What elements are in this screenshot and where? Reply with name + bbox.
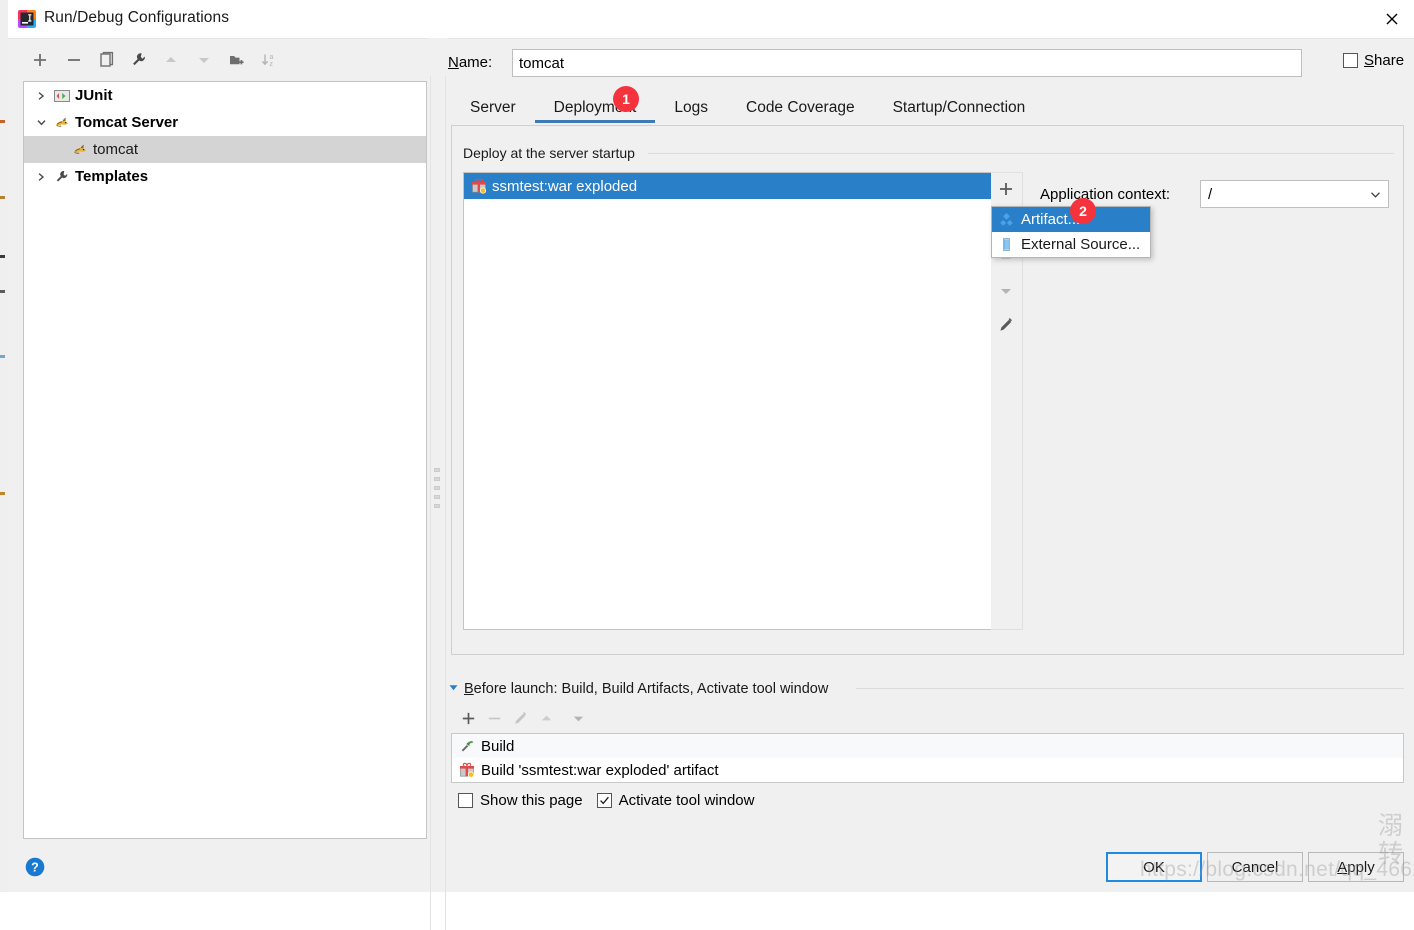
dialog-titlebar: Run/Debug Configurations	[8, 0, 1414, 39]
show-this-page-label: Show this page	[480, 792, 583, 809]
svg-text:z: z	[270, 61, 274, 68]
menu-item-label: External Source...	[1021, 236, 1141, 253]
intellij-idea-icon	[17, 9, 37, 29]
svg-text:?: ?	[31, 861, 39, 875]
tomcat-icon	[52, 114, 72, 132]
chevron-right-icon[interactable]	[30, 172, 52, 182]
add-configuration-button[interactable]	[26, 44, 54, 76]
move-down-button[interactable]	[991, 275, 1021, 307]
bg-fleck	[0, 255, 5, 258]
help-circle-icon[interactable]: ?	[25, 857, 45, 877]
tab-startup-connection[interactable]: Startup/Connection	[874, 92, 1045, 123]
dialog-title: Run/Debug Configurations	[44, 9, 230, 26]
before-launch-task-label: Build 'ssmtest:war exploded' artifact	[481, 761, 719, 779]
run-debug-configurations-dialog: Run/Debug Configurations a z JUnit Tomca…	[8, 0, 1414, 930]
tree-item-tomcat[interactable]: tomcat	[24, 136, 426, 163]
folder-add-icon[interactable]	[223, 44, 251, 76]
move-up-button[interactable]	[530, 703, 563, 733]
tree-item-tomcat-server[interactable]: Tomcat Server	[24, 109, 426, 136]
before-launch-title: Before launch: Build, Build Artifacts, A…	[464, 681, 829, 697]
remove-configuration-button[interactable]	[60, 44, 88, 76]
configurations-tree[interactable]: JUnit Tomcat Server tomcat Templates	[23, 81, 427, 839]
hammer-icon	[457, 737, 477, 755]
tree-item-label: tomcat	[93, 141, 139, 158]
tree-item-label: JUnit	[75, 87, 113, 104]
splitter-line	[430, 76, 431, 930]
checkbox-box-checked[interactable]	[596, 793, 612, 808]
before-launch-task-label: Build	[481, 737, 515, 755]
junit-icon	[52, 87, 72, 105]
before-launch-toolbar	[452, 703, 852, 733]
application-context-combobox[interactable]: /	[1200, 180, 1389, 208]
move-down-button[interactable]	[562, 703, 595, 733]
tree-item-junit[interactable]: JUnit	[24, 82, 426, 109]
deployment-list[interactable]: ssmtest:war exploded	[463, 172, 1023, 630]
annotation-badge-1: 1	[613, 86, 639, 112]
before-launch-separator	[856, 688, 1404, 689]
activate-tool-window-label: Activate tool window	[618, 792, 755, 809]
application-context-value: /	[1208, 185, 1213, 203]
before-launch-task-list[interactable]: Build Build 'ssmtest:war exploded' artif…	[451, 733, 1404, 783]
annotation-badge-2: 2	[1070, 198, 1096, 224]
pane-splitter[interactable]	[428, 38, 448, 930]
before-launch-task-row[interactable]: Build 'ssmtest:war exploded' artifact	[452, 758, 1403, 782]
wrench-icon[interactable]	[125, 44, 153, 76]
before-launch-toggle[interactable]: Before launch: Build, Build Artifacts, A…	[448, 681, 828, 697]
tree-item-templates[interactable]: Templates	[24, 163, 426, 190]
ok-button[interactable]: OK	[1106, 852, 1202, 882]
deploy-group-title: Deploy at the server startup	[463, 145, 640, 161]
move-up-button[interactable]	[157, 44, 185, 76]
share-label: Share	[1364, 52, 1405, 69]
bg-fleck	[0, 120, 5, 123]
tab-code-coverage[interactable]: Code Coverage	[727, 92, 874, 123]
external-source-icon	[997, 236, 1015, 254]
menu-item-external-source[interactable]: External Source...	[992, 232, 1150, 257]
checkbox-box[interactable]	[458, 793, 473, 808]
wrench-icon	[52, 168, 72, 186]
artifact-diamond-icon	[997, 211, 1015, 229]
name-label: Name:	[448, 54, 493, 71]
artifact-icon	[457, 761, 477, 779]
chevron-right-icon[interactable]	[30, 91, 52, 101]
copy-configuration-button[interactable]	[93, 44, 121, 76]
tomcat-icon	[70, 141, 90, 159]
splitter-grip[interactable]	[434, 468, 442, 520]
tab-logs[interactable]: Logs	[655, 92, 727, 123]
sort-alpha-icon[interactable]: a z	[255, 44, 283, 76]
tree-item-label: Templates	[75, 168, 149, 185]
tree-item-label: Tomcat Server	[75, 114, 179, 131]
close-icon[interactable]	[1369, 0, 1414, 38]
bg-fleck	[0, 355, 5, 358]
add-deployment-button[interactable]	[991, 173, 1021, 205]
application-context-label: Application context:	[1040, 186, 1171, 203]
bg-fleck	[0, 196, 5, 199]
bg-fleck	[0, 290, 5, 293]
apply-button[interactable]: Apply	[1308, 852, 1404, 882]
deployment-item-label: ssmtest:war exploded	[492, 177, 638, 195]
name-input[interactable]	[512, 49, 1302, 77]
before-launch-options: Show this page Activate tool window	[458, 792, 754, 809]
move-down-button[interactable]	[190, 44, 218, 76]
before-launch-task-row[interactable]: Build	[452, 734, 1403, 758]
group-separator	[648, 153, 1394, 154]
pencil-icon[interactable]	[991, 309, 1021, 341]
configurations-toolbar: a z	[20, 44, 430, 80]
chevron-down-icon[interactable]	[30, 117, 52, 128]
svg-text:a: a	[270, 54, 274, 61]
show-this-page-checkbox[interactable]: Show this page	[458, 792, 583, 809]
bg-fleck	[0, 492, 5, 495]
splitter-line	[445, 76, 446, 930]
share-checkbox[interactable]: Share	[1343, 52, 1404, 69]
artifact-icon	[470, 177, 488, 195]
checkbox-box[interactable]	[1343, 53, 1358, 68]
tab-server[interactable]: Server	[451, 92, 535, 123]
triangle-down-icon[interactable]	[448, 681, 459, 697]
cancel-button[interactable]: Cancel	[1207, 852, 1303, 882]
activate-tool-window-checkbox[interactable]: Activate tool window	[596, 792, 755, 809]
chevron-down-icon[interactable]	[1362, 188, 1388, 201]
deployment-list-item[interactable]: ssmtest:war exploded	[464, 173, 992, 199]
configuration-tabs[interactable]: Server Deployment Logs Code Coverage Sta…	[451, 92, 1044, 125]
